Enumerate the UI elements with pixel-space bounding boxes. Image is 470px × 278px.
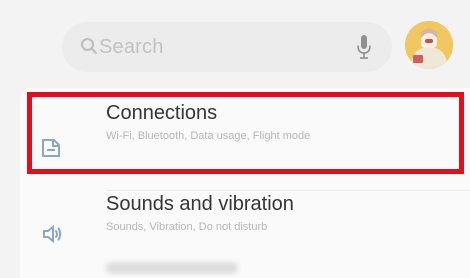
- settings-menu: Connections Wi-Fi, Bluetooth, Data usage…: [20, 88, 470, 278]
- avatar[interactable]: [405, 21, 453, 69]
- search-icon: [80, 37, 98, 55]
- menu-item-subtitle: Wi-Fi, Bluetooth, Data usage, Flight mod…: [106, 130, 311, 142]
- speaker-icon: [39, 222, 63, 246]
- menu-item-sounds-and-vibration[interactable]: Sounds and vibration Sounds, Vibration, …: [20, 178, 470, 268]
- menu-item-title: Sounds and vibration: [106, 193, 294, 215]
- search-bar[interactable]: Search: [62, 22, 392, 72]
- mic-icon[interactable]: [356, 34, 372, 60]
- connections-icon: [39, 136, 63, 160]
- menu-item-subtitle: Sounds, Vibration, Do not disturb: [106, 221, 268, 233]
- divider: [106, 190, 470, 191]
- next-item-placeholder: [106, 262, 238, 274]
- menu-item-title: Connections: [106, 102, 218, 124]
- search-placeholder: Search: [99, 36, 164, 58]
- menu-item-connections[interactable]: Connections Wi-Fi, Bluetooth, Data usage…: [20, 88, 470, 178]
